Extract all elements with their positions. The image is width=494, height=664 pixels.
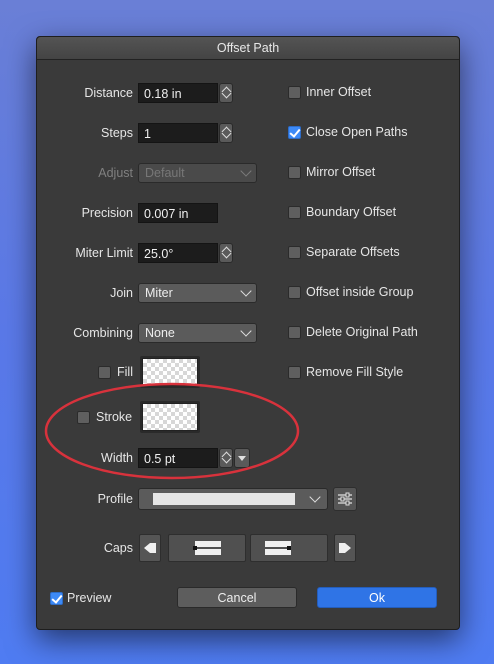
cap-end-button[interactable] (334, 534, 356, 562)
chevron-down-icon (309, 491, 321, 503)
preview-label: Preview (67, 591, 112, 605)
option-label: Boundary Offset (306, 205, 397, 219)
cancel-button[interactable]: Cancel (177, 587, 297, 608)
option-checkbox[interactable] (288, 86, 301, 99)
sliders-icon (338, 492, 352, 506)
preview-checkbox[interactable] (50, 592, 63, 605)
cap-start-button[interactable] (139, 534, 161, 562)
arrow-right-icon (339, 543, 351, 553)
option-checkbox[interactable] (288, 126, 301, 139)
profile-settings-button[interactable] (333, 487, 357, 511)
ok-button[interactable]: Ok (317, 587, 437, 608)
option-label: Close Open Paths (306, 125, 408, 139)
offset-path-dialog: Offset Path Distance 0.18 in Steps 1 Adj… (36, 36, 460, 630)
option-label: Remove Fill Style (306, 365, 404, 379)
option-label: Inner Offset (306, 85, 372, 99)
cap-style-end[interactable] (250, 534, 328, 562)
cap-round-icon (265, 541, 291, 555)
option-checkbox[interactable] (288, 246, 301, 259)
option-checkbox[interactable] (288, 286, 301, 299)
option-label: Offset inside Group (306, 285, 414, 299)
option-checkbox[interactable] (288, 206, 301, 219)
option-label: Delete Original Path (306, 325, 418, 339)
cap-butt-icon (193, 541, 221, 555)
option-checkbox[interactable] (288, 326, 301, 339)
option-checkbox[interactable] (288, 366, 301, 379)
caps-label: Caps (103, 541, 133, 555)
option-label: Mirror Offset (306, 165, 376, 179)
profile-preview (153, 493, 295, 505)
option-checkbox[interactable] (288, 166, 301, 179)
option-label: Separate Offsets (306, 245, 400, 259)
arrow-left-icon (144, 543, 156, 553)
profile-label: Profile (97, 492, 133, 506)
cap-style-start[interactable] (168, 534, 246, 562)
profile-select[interactable] (138, 488, 328, 510)
